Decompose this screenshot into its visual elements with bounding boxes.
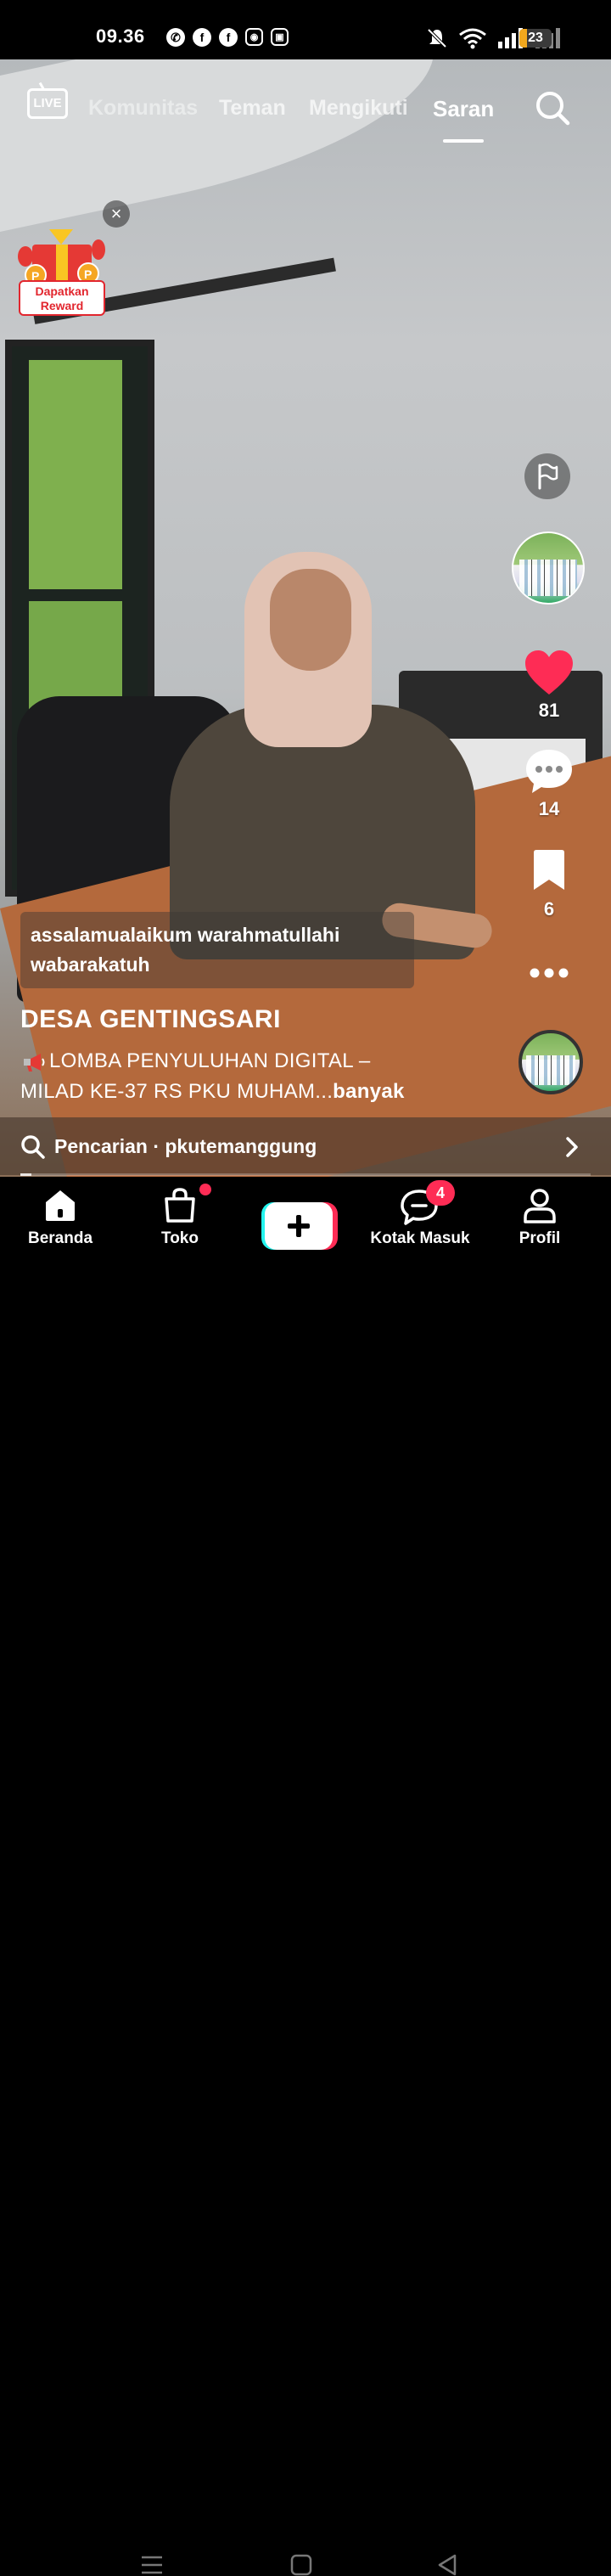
nav-label-toko[interactable]: Toko [121,1229,239,1248]
video-description[interactable]: LOMBA PENYULUHAN DIGITAL – MILAD KE-37 R… [20,1046,496,1107]
profile-icon[interactable] [521,1187,558,1224]
video-door-window [29,601,122,711]
shop-icon[interactable] [163,1187,197,1223]
facebook-icon: f [193,28,211,47]
battery-indicator: 23 [519,29,552,48]
nav-label-beranda[interactable]: Beranda [1,1229,120,1248]
sim-icon: ▣ [271,28,289,46]
comment-count: 14 [538,798,560,819]
video-progress-bar[interactable] [20,1173,591,1176]
wifi-icon [459,28,486,49]
back-icon[interactable] [436,2554,458,2576]
like-icon[interactable] [524,649,575,696]
video-subtitle: assalamualaikum warahmatullahi wabarakat… [31,920,412,980]
megaphone-icon [24,1053,45,1071]
nav-label-profil[interactable]: Profil [480,1229,599,1248]
comment-icon[interactable] [524,747,575,795]
tab-mengikuti[interactable]: Mengikuti [309,96,408,121]
video-door-window [29,360,122,589]
chevron-right-icon[interactable] [563,1136,580,1158]
more-options-icon[interactable] [528,965,570,981]
home-system-icon[interactable] [290,2554,312,2576]
live-button[interactable]: LIVE [27,88,68,119]
active-tab-indicator [443,139,484,143]
description-line2: MILAD KE-37 RS PKU MUHAM... [20,1080,334,1103]
status-time: 09.36 [96,25,145,47]
subtitle-line1: assalamualaikum warahmatullahi [31,924,340,946]
see-more-link[interactable]: banyak [333,1080,405,1103]
svg-text:P: P [84,267,92,281]
status-app-icons: ✆ f f ◉ ▣ [166,28,289,47]
home-icon[interactable] [42,1187,78,1223]
video-ceiling [0,59,452,235]
sound-disc[interactable] [519,1030,583,1094]
like-count: 81 [538,700,560,721]
reward-close-button[interactable]: × [103,200,130,228]
tab-teman[interactable]: Teman [219,96,286,121]
creator-avatar[interactable] [512,532,585,605]
nav-label-kotak-masuk[interactable]: Kotak Masuk [361,1229,479,1248]
avatar-image [519,560,578,596]
instagram-icon: ◉ [245,28,263,46]
author-name[interactable]: DESA GENTINGSARI [20,1005,281,1034]
status-bar: 09.36 ✆ f f ◉ ▣ x 23 [0,0,611,59]
reward-label-line1: Dapatkan [35,284,89,298]
video-progress-fill [20,1173,32,1176]
description-line1: LOMBA PENYULUHAN DIGITAL – [49,1049,371,1072]
search-suggestion-icon [21,1135,45,1159]
tab-saran[interactable]: Saran [433,96,494,122]
tab-komunitas[interactable]: Komunitas [88,96,198,121]
subtitle-line2: wabarakatuh [31,953,150,976]
create-button[interactable] [261,1202,338,1250]
inbox-badge: 4 [426,1180,455,1206]
bookmark-count: 6 [543,898,555,920]
bookmark-icon[interactable] [531,849,567,891]
report-button[interactable] [524,453,570,499]
shop-notification-dot [199,1184,211,1195]
battery-level: 23 [528,31,543,45]
mute-icon [427,28,447,48]
search-suggestion-text: Pencarian · pkutemanggung [54,1135,317,1157]
facebook-icon: f [219,28,238,47]
sound-disc-image [526,1055,575,1086]
video-person-face [270,569,351,671]
whatsapp-icon: ✆ [166,28,185,47]
system-navigation-bar [0,1270,611,2576]
search-icon[interactable] [535,90,570,126]
reward-button[interactable]: Dapatkan Reward [19,280,105,316]
recent-apps-icon[interactable] [141,2554,163,2576]
reward-label-line2: Reward [40,299,84,312]
flag-icon [538,463,558,490]
